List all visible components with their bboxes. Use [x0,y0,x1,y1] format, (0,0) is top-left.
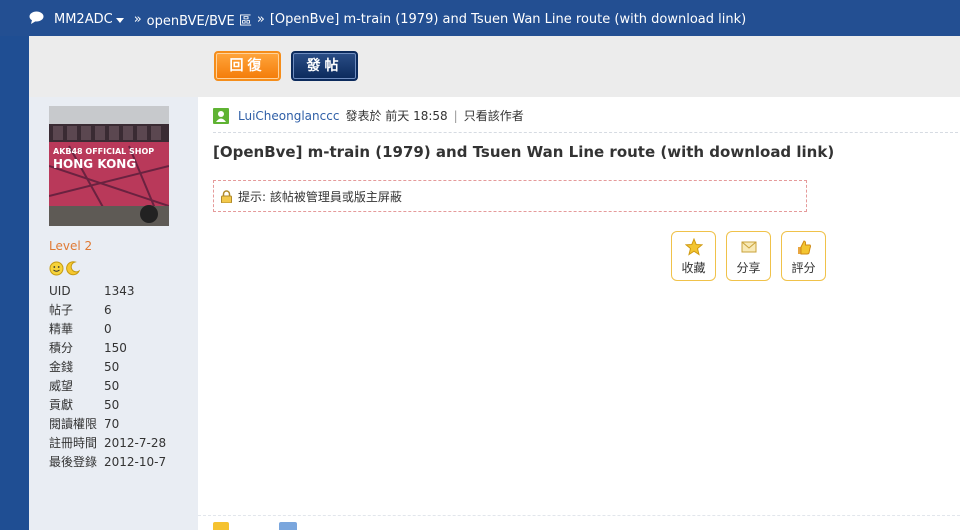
stat-value: 50 [104,398,120,412]
star-icon [684,238,703,256]
stat-row: 金錢 50 [49,358,166,377]
stat-row: 積分 150 [49,339,166,358]
post-footer-peek [213,522,297,530]
avatar-image: AKB48 OFFICIAL SHOP HONG KONG [49,106,169,226]
user-stats: UID 1343 帖子 6 精華 0 積分 150 金錢 50 威望 50 貢獻 50 閱讀權限 70 註冊時間… [49,282,166,472]
quote-icon[interactable] [279,522,297,530]
user-info-sidebar: AKB48 OFFICIAL SHOP HONG KONG Level 2 UI… [29,97,198,530]
stat-row: 最後登錄 2012-10-7 [49,453,166,472]
breadcrumb-separator: » [133,12,142,27]
stat-value: 2012-10-7 [104,455,167,469]
favorite-label: 收藏 [681,261,706,275]
stat-key: 貢獻 [49,398,74,412]
stat-key: UID [49,284,71,298]
chat-bubble-icon[interactable] [29,11,44,24]
reply-icon[interactable] [213,522,229,530]
post-author-link[interactable]: LuiCheonglanccc [238,109,339,123]
top-navigation-bar: MM2ADC » openBVE/BVE 區 » [OpenBve] m-tra… [0,0,960,36]
stat-key: 金錢 [49,360,74,374]
reply-button[interactable]: 回復 [214,51,281,81]
stat-row: 註冊時間 2012-7-28 [49,434,166,453]
post-actions: 收藏 分享 評分 [671,231,826,281]
user-level[interactable]: Level 2 [49,239,92,253]
stat-key: 註冊時間 [49,436,98,450]
avatar[interactable]: AKB48 OFFICIAL SHOP HONG KONG [49,106,169,226]
share-label: 分享 [736,261,761,275]
stat-row: 精華 0 [49,320,166,339]
stat-value: 0 [104,322,112,336]
user-online-icon [213,107,229,124]
action-toolbar: 回復 發帖 [29,36,960,97]
stat-key: 閱讀權限 [49,417,98,431]
thread-panel: 回復 發帖 AKB48 OFFICIAL SHOP HONG KONG Leve… [29,36,960,530]
share-button[interactable]: 分享 [726,231,771,281]
avatar-text-bottom: HONG KONG [53,157,136,171]
post-author-row: LuiCheonglanccc 發表於 前天 18:58 | 只看該作者 [213,107,524,124]
breadcrumb-separator: » [256,12,265,27]
divider [213,132,958,133]
stat-key: 積分 [49,341,74,355]
envelope-icon [741,241,756,253]
only-author-link[interactable]: 只看該作者 [464,107,524,124]
breadcrumb-forum[interactable]: openBVE/BVE 區 [147,10,252,29]
stat-value: 70 [104,417,120,431]
post-title: [OpenBve] m-train (1979) and Tsuen Wan L… [213,143,835,161]
new-post-button[interactable]: 發帖 [291,51,358,81]
stat-value: 50 [104,360,120,374]
divider: | [453,108,458,123]
post-timestamp: 發表於 前天 18:58 [345,109,448,123]
moderation-notice-text: 提示: 該帖被管理員或版主屏蔽 [238,189,402,204]
breadcrumb: MM2ADC » openBVE/BVE 區 » [OpenBve] m-tra… [54,10,746,29]
rate-label: 評分 [791,261,816,275]
post-content: LuiCheonglanccc 發表於 前天 18:58 | 只看該作者 [Op… [198,97,960,530]
moon-icon [66,261,80,276]
stat-row: UID 1343 [49,282,166,301]
rate-button[interactable]: 評分 [781,231,826,281]
chevron-down-icon[interactable] [115,17,124,23]
stat-value: 6 [104,303,112,317]
stat-value: 2012-7-28 [104,436,167,450]
stat-row: 貢獻 50 [49,396,166,415]
stat-row: 閱讀權限 70 [49,415,166,434]
stat-key: 威望 [49,379,74,393]
breadcrumb-thread[interactable]: [OpenBve] m-train (1979) and Tsuen Wan L… [270,12,746,27]
thumbs-up-icon [797,240,811,255]
stat-row: 帖子 6 [49,301,166,320]
medal-badges [49,261,80,276]
stat-row: 威望 50 [49,377,166,396]
stat-key: 帖子 [49,303,74,317]
breadcrumb-site[interactable]: MM2ADC [54,12,113,27]
smiley-icon [49,261,64,276]
divider [198,515,960,516]
stat-key: 精華 [49,322,74,336]
moderation-notice: 提示: 該帖被管理員或版主屏蔽 [213,180,807,212]
stat-value: 150 [104,341,127,355]
stat-value: 50 [104,379,120,393]
stat-value: 1343 [104,284,135,298]
avatar-text-top: AKB48 OFFICIAL SHOP [53,147,154,156]
favorite-button[interactable]: 收藏 [671,231,716,281]
stat-key: 最後登錄 [49,455,98,469]
lock-icon [221,189,232,203]
